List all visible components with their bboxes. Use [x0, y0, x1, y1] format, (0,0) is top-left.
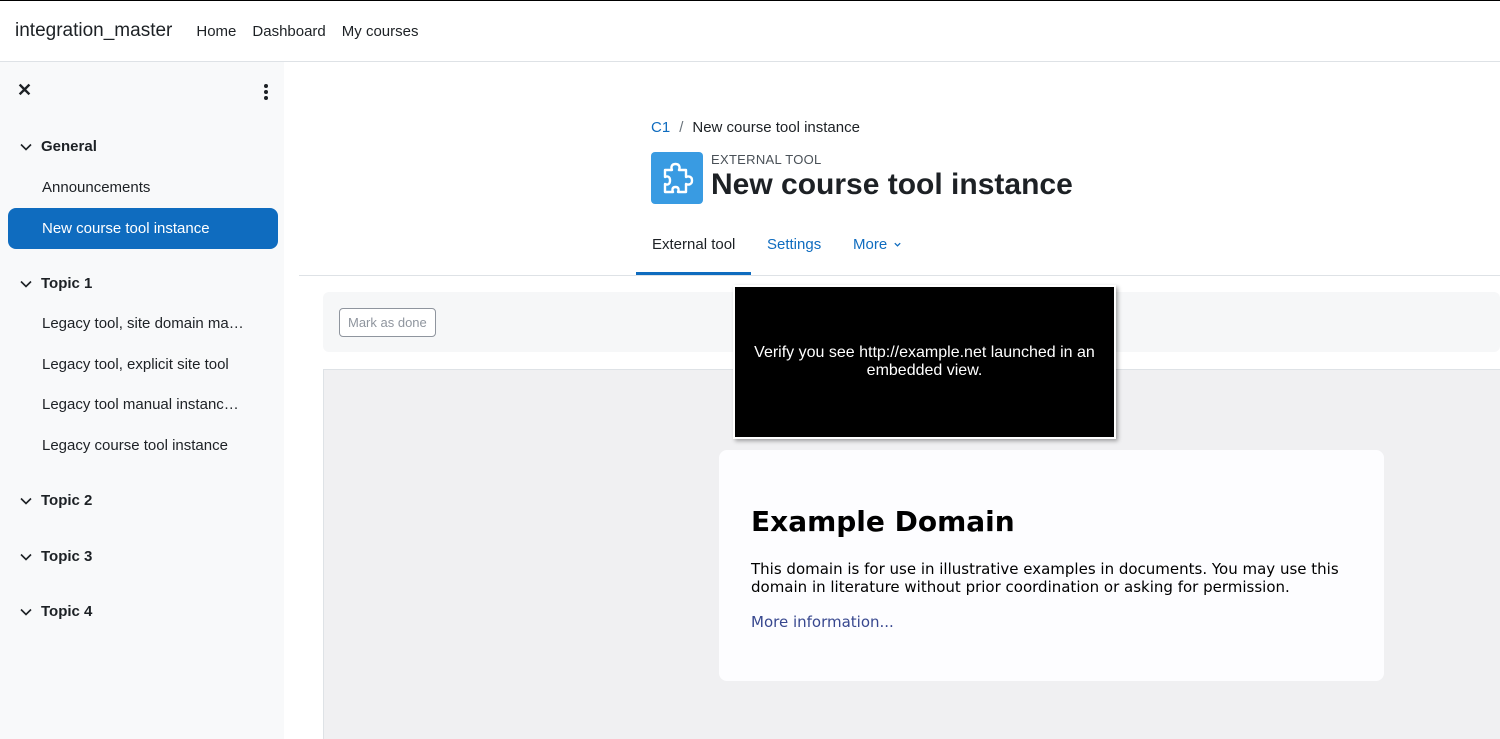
section-label: Topic 3: [41, 548, 93, 565]
top-navbar: integration_master Home Dashboard My cou…: [0, 0, 1500, 62]
nav-home[interactable]: Home: [196, 23, 236, 40]
drawer-item-legacy-site-domain[interactable]: Legacy tool, site domain ma…: [42, 315, 244, 332]
course-index-drawer: ✕ General Announcements New course tool …: [0, 62, 284, 739]
site-brand[interactable]: integration_master: [15, 20, 172, 42]
drawer-item-legacy-manual[interactable]: Legacy tool manual instanc…: [42, 396, 239, 413]
drawer-item-legacy-explicit-site[interactable]: Legacy tool, explicit site tool: [42, 356, 229, 373]
breadcrumb-separator: /: [679, 119, 684, 136]
chevron-down-icon: [20, 553, 32, 561]
puzzle-icon: [651, 152, 703, 204]
section-label: General: [41, 138, 97, 155]
nav-my-courses[interactable]: My courses: [342, 23, 419, 40]
chevron-down-icon: [20, 280, 32, 288]
tab-more-label: More: [853, 236, 888, 253]
primary-navigation: Home Dashboard My courses: [196, 23, 434, 40]
example-domain-text: This domain is for use in illustrative e…: [751, 560, 1339, 596]
chevron-down-icon: [20, 608, 32, 616]
close-drawer-icon[interactable]: ✕: [17, 80, 35, 100]
section-topic-2[interactable]: Topic 2: [18, 492, 92, 509]
drawer-item-announcements[interactable]: Announcements: [42, 179, 150, 196]
breadcrumb-current: New course tool instance: [692, 119, 860, 136]
drawer-item-legacy-course[interactable]: Legacy course tool instance: [42, 437, 228, 454]
tab-more[interactable]: More: [853, 236, 902, 253]
breadcrumb: C1 / New course tool instance: [651, 119, 860, 136]
active-tab-indicator: [636, 272, 751, 275]
chevron-down-icon: [20, 143, 32, 151]
kebab-menu-icon[interactable]: [258, 81, 274, 101]
breadcrumb-course-link[interactable]: C1: [651, 119, 670, 136]
section-label: Topic 1: [41, 275, 93, 292]
section-topic-4[interactable]: Topic 4: [18, 603, 92, 620]
tab-settings[interactable]: Settings: [767, 236, 821, 253]
section-topic-1[interactable]: Topic 1: [18, 275, 92, 292]
section-label: Topic 4: [41, 603, 93, 620]
drawer-item-new-course-tool-instance[interactable]: New course tool instance: [8, 208, 278, 249]
chevron-down-icon: [894, 242, 902, 247]
example-domain-card: Example Domain This domain is for use in…: [719, 450, 1384, 681]
secondary-navigation: External tool Settings More: [299, 219, 1500, 276]
instruction-overlay: Verify you see http://example.net launch…: [733, 285, 1116, 439]
activity-type-label: EXTERNAL TOOL: [711, 152, 822, 167]
example-domain-title: Example Domain: [751, 505, 1015, 538]
section-topic-3[interactable]: Topic 3: [18, 548, 92, 565]
chevron-down-icon: [20, 497, 32, 505]
section-general[interactable]: General: [18, 138, 97, 155]
nav-dashboard[interactable]: Dashboard: [252, 23, 325, 40]
section-label: Topic 2: [41, 492, 93, 509]
puzzle-icon-glyph: [663, 162, 694, 194]
page-title: New course tool instance: [711, 168, 1073, 201]
instruction-text: Verify you see http://example.net launch…: [754, 344, 1095, 379]
more-information-link[interactable]: More information...: [751, 613, 894, 631]
tab-external-tool[interactable]: External tool: [652, 236, 735, 253]
mark-as-done-button[interactable]: Mark as done: [339, 308, 436, 337]
